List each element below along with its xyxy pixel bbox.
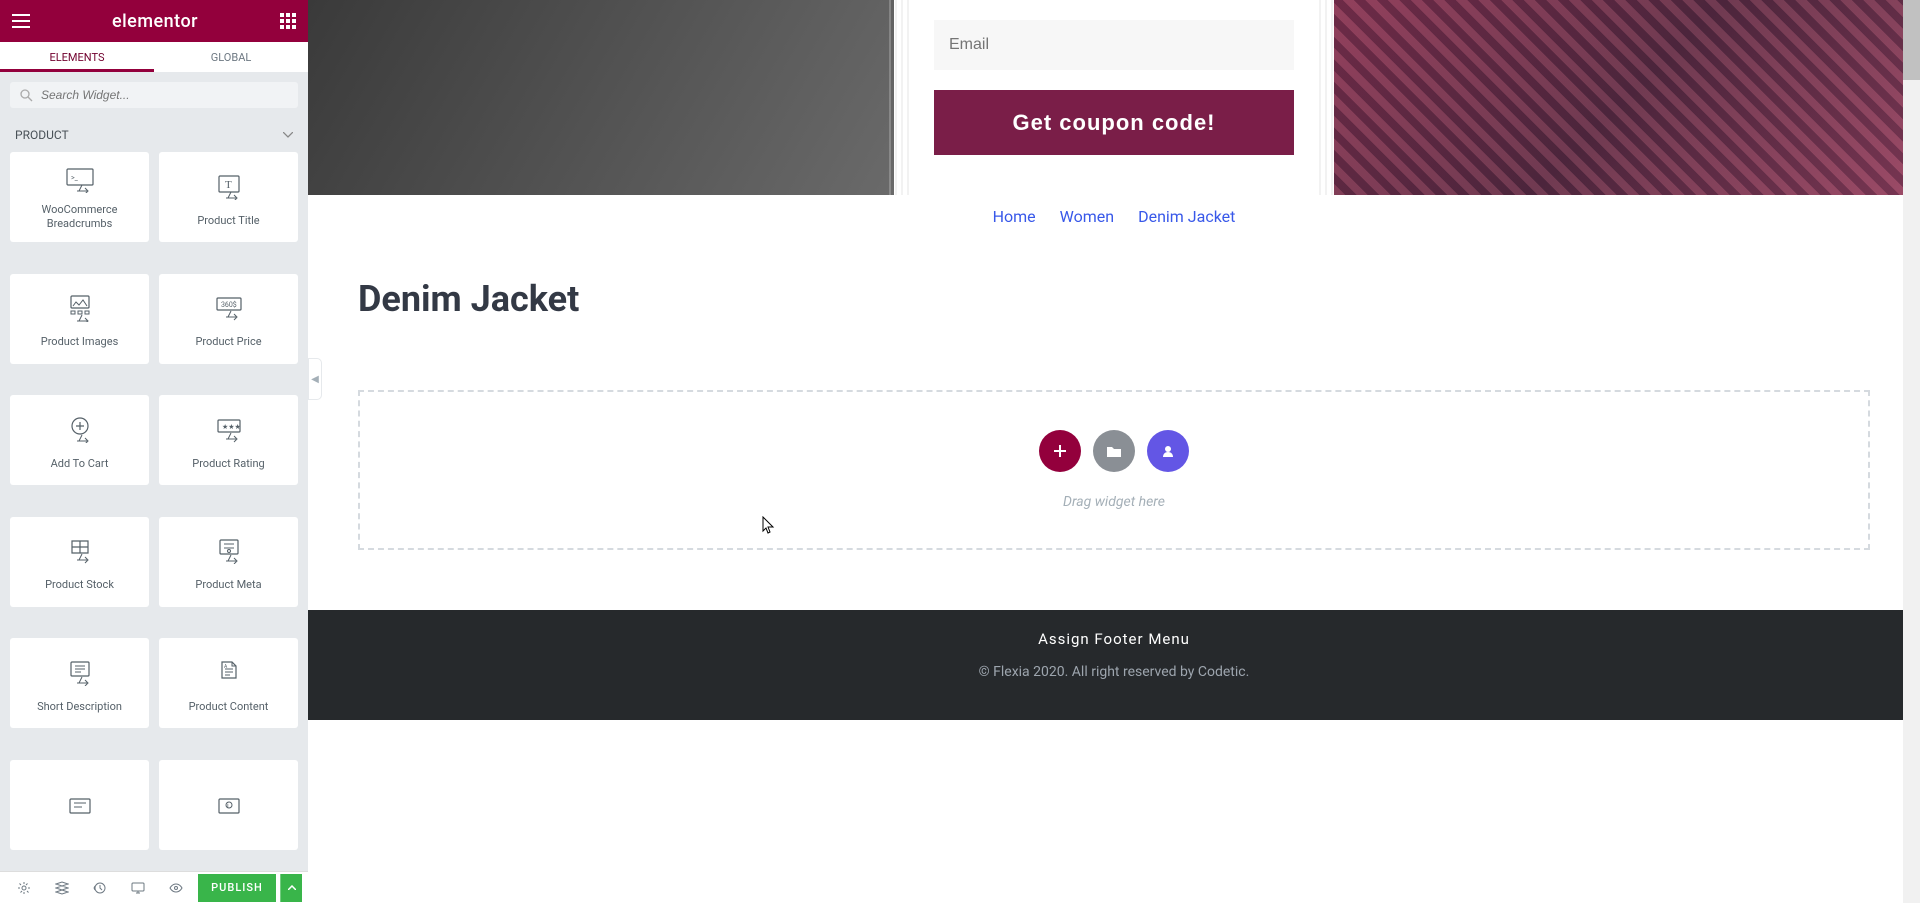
drop-text: Drag widget here [1063, 494, 1165, 510]
tab-elements[interactable]: ELEMENTS [0, 42, 154, 72]
template-button[interactable] [1093, 430, 1135, 472]
add-section-button[interactable] [1039, 430, 1081, 472]
hero-image-left [308, 0, 894, 195]
publish-button[interactable]: PUBLISH [198, 874, 276, 902]
footer-copyright: © Flexia 2020. All right reserved by Cod… [308, 664, 1920, 680]
widget-woocommerce-breadcrumbs[interactable]: >_ WooCommerce Breadcrumbs [10, 152, 149, 242]
category-label: PRODUCT [15, 128, 69, 142]
breadcrumb-home[interactable]: Home [993, 207, 1036, 226]
widgets-grid: >_ WooCommerce Breadcrumbs T Product Tit… [0, 152, 308, 871]
elementor-sidebar: elementor ELEMENTS GLOBAL PRODUCT [0, 0, 308, 903]
email-input[interactable] [934, 20, 1294, 70]
history-icon[interactable] [82, 872, 118, 904]
search-icon [20, 89, 33, 102]
svg-text:360$: 360$ [221, 301, 237, 309]
footer-menu-link[interactable]: Assign Footer Menu [1038, 630, 1190, 648]
widget-label: Product Images [41, 335, 119, 349]
widget-product-meta[interactable]: Product Meta [159, 517, 298, 607]
widget-label: Product Title [197, 214, 259, 228]
breadcrumbs-icon: >_ [65, 167, 95, 193]
breadcrumb: Home Women Denim Jacket [308, 195, 1920, 238]
cursor-icon [762, 516, 776, 534]
page-title: Denim Jacket [308, 238, 1920, 350]
rating-icon: ★★★ [214, 413, 244, 447]
preview-icon[interactable] [158, 872, 194, 904]
settings-icon[interactable] [6, 872, 42, 904]
widget-icon: i [214, 790, 244, 824]
widget-product-price[interactable]: 360$ Product Price [159, 274, 298, 364]
meta-icon [214, 535, 244, 569]
collapse-sidebar[interactable]: ◀ [308, 358, 322, 400]
chevron-down-icon [283, 132, 293, 138]
widget-label: Product Content [189, 700, 269, 714]
tab-global[interactable]: GLOBAL [154, 42, 308, 72]
ea-button[interactable] [1147, 430, 1189, 472]
widget-short-description[interactable]: Short Description [10, 638, 149, 728]
hero-section: Get coupon code! [308, 0, 1920, 195]
scrollbar-thumb[interactable] [1903, 0, 1920, 80]
sidebar-header: elementor [0, 0, 308, 42]
description-icon [65, 656, 95, 690]
widget-label: WooCommerce Breadcrumbs [18, 203, 141, 232]
drop-area[interactable]: Drag widget here [358, 390, 1870, 550]
widget-product-images[interactable]: Product Images [10, 274, 149, 364]
responsive-icon[interactable] [120, 872, 156, 904]
widget-label: Product Price [195, 335, 261, 349]
navigator-icon[interactable] [44, 872, 80, 904]
coupon-button[interactable]: Get coupon code! [934, 90, 1294, 155]
hero-image-right [1334, 0, 1920, 195]
svg-text:★★★: ★★★ [222, 423, 241, 431]
widget-label: Product Meta [195, 578, 261, 592]
widget-add-to-cart[interactable]: Add To Cart [10, 395, 149, 485]
widget-product-content[interactable]: A Product Content [159, 638, 298, 728]
cart-icon [65, 413, 95, 447]
content-icon: A [214, 656, 244, 690]
widget-product-title[interactable]: T Product Title [159, 152, 298, 242]
stock-icon [65, 535, 95, 569]
images-icon [65, 292, 95, 326]
widget-label: Short Description [37, 700, 122, 714]
widget-product-stock[interactable]: Product Stock [10, 517, 149, 607]
widget-label: Product Rating [192, 457, 264, 471]
title-icon: T [214, 170, 244, 204]
search-box[interactable] [10, 82, 298, 108]
widget-product-rating[interactable]: ★★★ Product Rating [159, 395, 298, 485]
breadcrumb-women[interactable]: Women [1060, 207, 1114, 226]
svg-text:T: T [225, 179, 232, 191]
sidebar-tabs: ELEMENTS GLOBAL [0, 42, 308, 72]
category-product[interactable]: PRODUCT [0, 118, 308, 152]
widget-extra-1[interactable] [10, 760, 149, 850]
breadcrumb-denim-jacket[interactable]: Denim Jacket [1138, 207, 1235, 226]
price-icon: 360$ [214, 292, 244, 326]
sidebar-footer: PUBLISH [0, 871, 308, 903]
scrollbar[interactable] [1903, 0, 1920, 903]
svg-text:i: i [227, 802, 229, 810]
svg-text:>_: >_ [71, 174, 79, 182]
elementor-logo: elementor [112, 11, 198, 32]
menu-icon[interactable] [12, 14, 30, 28]
widget-label: Add To Cart [51, 457, 109, 471]
widget-icon [65, 790, 95, 824]
publish-caret[interactable] [280, 874, 302, 902]
search-input[interactable] [41, 88, 288, 102]
widget-extra-2[interactable]: i [159, 760, 298, 850]
apps-icon[interactable] [280, 13, 296, 29]
hero-form: Get coupon code! [894, 0, 1334, 195]
widget-label: Product Stock [45, 578, 114, 592]
canvas: Get coupon code! Home Women Denim Jacket… [308, 0, 1920, 903]
page-footer: Assign Footer Menu © Flexia 2020. All ri… [308, 610, 1920, 720]
